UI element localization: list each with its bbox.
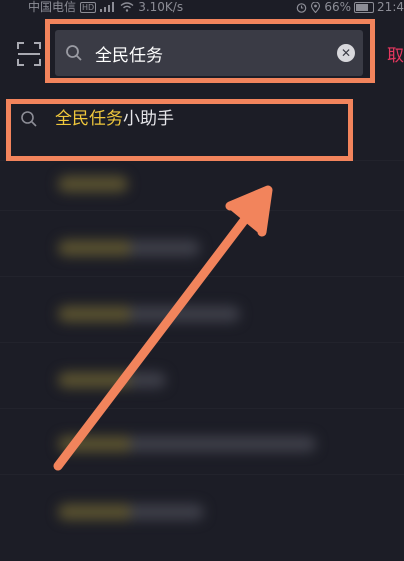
divider xyxy=(0,160,404,161)
search-box[interactable]: ✕ xyxy=(55,30,363,76)
carrier-label: 中国电信 xyxy=(28,0,77,14)
divider xyxy=(0,474,404,475)
divider xyxy=(0,408,404,409)
clock: 21:4 xyxy=(377,0,404,14)
divider xyxy=(0,276,404,277)
battery-level: 66% xyxy=(324,0,352,14)
suggestion-item[interactable]: 全民任务小助手 xyxy=(14,104,344,152)
status-bar: 中国电信 HD 3.10K/s 66% 21:4 xyxy=(0,0,404,18)
divider xyxy=(0,210,404,211)
suggestion-text: 全民任务小助手 xyxy=(55,108,174,130)
cancel-button[interactable]: 取 xyxy=(387,41,404,66)
wifi-icon xyxy=(120,2,134,12)
alarm-icon xyxy=(297,2,307,13)
suggestion-rest: 小助手 xyxy=(123,109,174,129)
search-icon xyxy=(66,45,82,61)
list-item[interactable] xyxy=(58,306,240,322)
search-icon xyxy=(21,111,37,127)
location-icon xyxy=(311,1,321,13)
search-screen: 中国电信 HD 3.10K/s 66% 21:4 全民任务 ✕ 取 全民任务小助… xyxy=(0,0,404,561)
list-item[interactable] xyxy=(58,176,128,192)
network-speed: 3.10K/s xyxy=(138,0,184,14)
scan-icon[interactable] xyxy=(17,42,41,66)
list-item[interactable] xyxy=(58,436,316,452)
divider xyxy=(0,342,404,343)
suggestion-match: 全民任务 xyxy=(55,109,123,129)
status-right: 66% 21:4 xyxy=(296,0,404,14)
list-item[interactable] xyxy=(58,504,204,520)
clear-icon[interactable]: ✕ xyxy=(337,44,355,62)
battery-icon xyxy=(354,1,375,13)
list-item[interactable] xyxy=(58,240,200,256)
arrow-icon xyxy=(53,185,273,471)
search-input[interactable] xyxy=(95,40,315,66)
status-left: 中国电信 HD 3.10K/s xyxy=(28,0,183,14)
hd-badge: HD xyxy=(80,1,97,13)
list-item[interactable] xyxy=(58,372,166,388)
signal-icon xyxy=(100,2,116,12)
